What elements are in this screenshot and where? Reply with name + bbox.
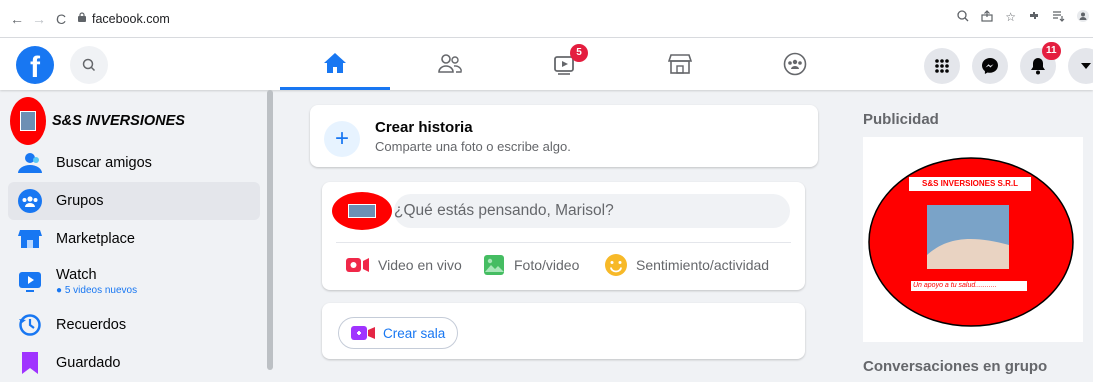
profile-icon[interactable]: [1077, 10, 1089, 25]
sidebar-item-label: Grupos: [56, 193, 104, 209]
tab-home[interactable]: [280, 38, 390, 90]
watch-new-videos-text: 5 videos nuevos: [64, 285, 138, 296]
sidebar-item-find-friends[interactable]: Buscar amigos: [8, 144, 260, 182]
memories-icon: [16, 311, 44, 339]
plus-icon[interactable]: +: [324, 121, 360, 157]
tab-friends[interactable]: [395, 38, 505, 90]
tab-groups[interactable]: [740, 38, 850, 90]
tab-marketplace[interactable]: [625, 38, 735, 90]
live-video-icon: [346, 256, 370, 274]
photo-video-button[interactable]: Foto/video: [482, 254, 579, 276]
search-button[interactable]: [70, 46, 108, 84]
composer-divider: [336, 242, 791, 243]
ad-card[interactable]: S&S INVERSIONES S.R.L Un apoyo a tu salu…: [863, 137, 1083, 342]
post-composer: ¿Qué estás pensando, Marisol? Video en v…: [322, 182, 805, 290]
sidebar-scrollbar[interactable]: [267, 90, 273, 370]
messenger-icon: [982, 58, 998, 74]
sidebar-item-label: Watch: [56, 267, 97, 283]
create-story-card[interactable]: + Crear historia Comparte una foto o esc…: [310, 105, 818, 167]
logo-letter: f: [30, 51, 40, 84]
sidebar-item-marketplace[interactable]: Marketplace: [8, 220, 260, 258]
grid-menu-icon: [935, 59, 949, 73]
sidebar-item-label: Buscar amigos: [56, 155, 152, 171]
smiley-icon: [604, 253, 628, 277]
bell-icon: [1031, 58, 1045, 75]
menu-button[interactable]: [924, 48, 960, 84]
create-room-button[interactable]: Crear sala: [338, 317, 459, 349]
action-label: Sentimiento/actividad: [636, 257, 770, 273]
story-subtitle: Comparte una foto o escribe algo.: [375, 139, 571, 154]
friends-icon: [16, 149, 44, 177]
friends-icon: [438, 54, 462, 73]
saved-icon: [16, 349, 44, 377]
feeling-activity-button[interactable]: Sentimiento/actividad: [604, 254, 769, 276]
watch-badge: 5: [570, 44, 588, 62]
ads-heading: Publicidad: [863, 111, 939, 128]
watch-icon: [16, 267, 44, 295]
messenger-button[interactable]: [972, 48, 1008, 84]
photo-icon: [482, 254, 506, 276]
ad-tagline: Un apoyo a tu salud...........: [913, 282, 997, 289]
zoom-icon[interactable]: [957, 10, 969, 25]
groups-icon: [16, 187, 44, 215]
account-button[interactable]: [1068, 48, 1093, 84]
lock-icon: [78, 12, 86, 25]
tab-watch[interactable]: 5: [510, 38, 620, 90]
sidebar-item-groups[interactable]: Grupos: [8, 182, 260, 220]
left-sidebar: S&S INVERSIONES Buscar amigos Grupos Mar…: [0, 90, 280, 374]
story-title: Crear historia: [375, 119, 473, 136]
facebook-header: f 5 11: [0, 38, 1093, 90]
group-conversations-heading: Conversaciones en grupo: [863, 358, 1048, 375]
search-icon: [82, 58, 96, 72]
live-video-button[interactable]: Video en vivo: [346, 254, 462, 276]
browser-toolbar: ← → C facebook.com ☆: [0, 0, 1093, 38]
sidebar-item-saved[interactable]: Guardado: [8, 344, 260, 382]
notifications-badge: 11: [1042, 42, 1061, 60]
url-text: facebook.com: [92, 11, 170, 26]
room-video-icon: [351, 325, 375, 341]
profile-avatar: [10, 97, 46, 145]
sidebar-item-label: S&S INVERSIONES: [52, 113, 185, 129]
sidebar-item-label: Marketplace: [56, 231, 135, 247]
create-room-label: Crear sala: [383, 325, 446, 341]
status-input[interactable]: ¿Qué estás pensando, Marisol?: [394, 194, 790, 228]
address-bar[interactable]: facebook.com: [78, 12, 170, 26]
marketplace-icon: [668, 54, 692, 74]
ad-brand: S&S INVERSIONES S.R.L: [921, 179, 1019, 188]
sidebar-item-profile[interactable]: S&S INVERSIONES: [8, 97, 260, 145]
action-label: Foto/video: [514, 257, 580, 273]
sidebar-item-label: Recuerdos: [56, 317, 127, 333]
marketplace-icon: [16, 225, 44, 253]
sidebar-item-memories[interactable]: Recuerdos: [8, 306, 260, 344]
caret-down-icon: [1081, 63, 1091, 69]
facebook-logo[interactable]: f: [16, 46, 54, 84]
user-avatar[interactable]: [332, 192, 392, 230]
forward-icon[interactable]: →: [28, 11, 50, 27]
action-label: Video en vivo: [378, 257, 462, 273]
extensions-icon[interactable]: [1028, 10, 1040, 25]
create-room-card: Crear sala: [322, 303, 805, 359]
reading-list-icon[interactable]: [1052, 10, 1065, 25]
reload-icon[interactable]: C: [50, 11, 72, 27]
groups-icon: [783, 52, 807, 76]
ad-image: [868, 157, 1074, 327]
watch-new-videos: ● 5 videos nuevos: [56, 285, 138, 296]
sidebar-item-label: Guardado: [56, 355, 121, 371]
home-icon: [324, 52, 346, 73]
sidebar-item-watch[interactable]: Watch ● 5 videos nuevos: [8, 260, 260, 302]
share-icon[interactable]: [981, 10, 993, 25]
star-icon[interactable]: ☆: [1005, 10, 1016, 25]
back-icon[interactable]: ←: [6, 11, 28, 27]
